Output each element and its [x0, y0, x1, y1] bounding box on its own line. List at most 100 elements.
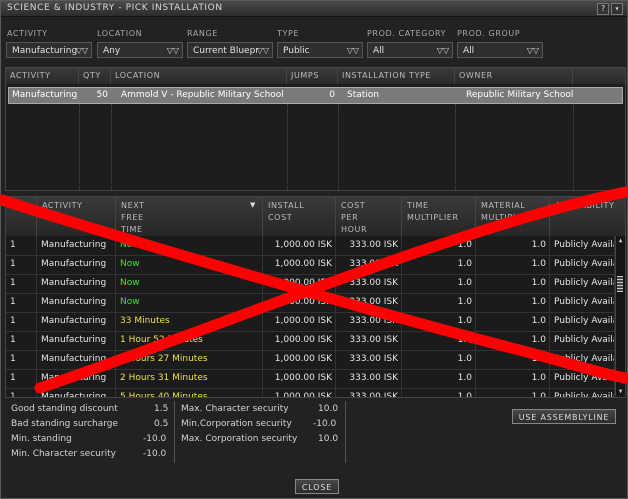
table-row[interactable]: 1 Manufacturing Now 1,000.00 ISK 333.00 ISK 1… — [6, 236, 615, 256]
filter-label-prod-group: PROD. GROUP — [457, 29, 521, 38]
cell-time-multiplier: 1.0 — [402, 255, 476, 274]
stat-value: -10.0 — [143, 434, 167, 444]
column-header-material-multiplier[interactable]: MATERIAL MULTIPLIER — [476, 197, 550, 236]
activity-dropdown[interactable]: Manufacturing ▽▽ — [6, 42, 92, 58]
cell-cost-per-hour: 333.00 ISK — [336, 350, 402, 369]
column-header-installation-type[interactable]: INSTALLATION TYPE — [338, 68, 455, 84]
range-dropdown[interactable]: Current Bluepr ▽▽ — [187, 42, 273, 58]
column-header-install-cost[interactable]: INSTALL COST — [263, 197, 336, 236]
cell-time-multiplier: 1.0 — [402, 388, 476, 397]
cell-next-free-time: 2 Hours 31 Minutes — [116, 369, 263, 388]
dropdown-value: All — [373, 46, 385, 56]
cell-count: 1 — [6, 369, 37, 388]
chevron-down-icon: ▽▽ — [75, 46, 88, 55]
cell-activity: Manufacturing — [37, 369, 116, 388]
cell-cost-per-hour: 333.00 ISK — [336, 388, 402, 397]
scrollbar[interactable]: ▲ ▼ — [615, 236, 625, 396]
chevron-down-icon: ▽▽ — [436, 46, 449, 55]
cell-next-free-time: Now — [116, 255, 263, 274]
table-row[interactable]: 1 Manufacturing 2 Hours 31 Minutes 1,000.00… — [6, 369, 615, 389]
column-header-jumps[interactable]: JUMPS — [287, 68, 338, 84]
scroll-down-icon[interactable]: ▼ — [616, 387, 625, 396]
cell-next-free-time: 5 Hours 40 Minutes — [116, 388, 263, 397]
table-row[interactable]: 1 Manufacturing 1 Hour 52 Minutes 1,000.00 … — [6, 331, 615, 351]
table-row[interactable]: 1 Manufacturing Now 1,000.00 ISK 333.00 ISK 1… — [6, 293, 615, 313]
window-title: SCIENCE & INDUSTRY - PICK INSTALLATION — [7, 3, 223, 13]
cell-activity: Manufacturing — [37, 274, 116, 293]
cell-material-multiplier: 1.0 — [476, 312, 550, 331]
cell-material-multiplier: 1.0 — [476, 293, 550, 312]
cell-material-multiplier: 1.0 — [476, 350, 550, 369]
column-header-count[interactable] — [6, 197, 37, 236]
table-row[interactable]: 1 Manufacturing 5 Hours 40 Minutes 1,000.00… — [6, 388, 615, 397]
filter-label-range: RANGE — [187, 29, 218, 38]
column-header-activity[interactable]: ACTIVITY — [37, 197, 116, 236]
column-header-activity[interactable]: ACTIVITY — [6, 68, 79, 84]
dropdown-value: Any — [103, 46, 121, 56]
prod-group-dropdown[interactable]: All ▽▽ — [457, 42, 543, 58]
filter-label-type: TYPE — [277, 29, 300, 38]
chevron-down-icon: ▽▽ — [256, 46, 269, 55]
prod-category-dropdown[interactable]: All ▽▽ — [367, 42, 453, 58]
cell-next-free-time: 33 Minutes — [116, 312, 263, 331]
cell-cost-per-hour: 333.00 ISK — [336, 274, 402, 293]
scrollbar-thumb[interactable] — [617, 276, 623, 292]
stat-label: Max. Corporation security — [181, 434, 298, 444]
window-menu-button[interactable]: ▾ — [611, 3, 623, 15]
cell-activity: Manufacturing — [37, 312, 116, 331]
column-header-owner[interactable]: OWNER — [455, 68, 573, 84]
column-header-availability[interactable]: AVAILABILITY — [550, 197, 625, 236]
dropdown-value: Current Bluepr — [193, 46, 259, 56]
cell-cost-per-hour: 333.00 ISK — [336, 293, 402, 312]
type-dropdown[interactable]: Public ▽▽ — [277, 42, 363, 58]
table-row[interactable]: Manufacturing 50 Ammold V - Republic Mil… — [8, 87, 623, 104]
cell-activity: Manufacturing — [37, 350, 116, 369]
column-header-location[interactable]: LOCATION — [111, 68, 287, 84]
cell-time-multiplier: 1.0 — [402, 350, 476, 369]
title-bar[interactable]: SCIENCE & INDUSTRY - PICK INSTALLATION ?… — [1, 1, 627, 17]
cell-activity: Manufacturing — [37, 331, 116, 350]
cell-next-free-time: Now — [116, 236, 263, 255]
column-divider — [287, 104, 288, 190]
cell-availability: Publicly Available — [550, 350, 615, 369]
column-header-cost-per-hour[interactable]: COST PER HOUR — [336, 197, 402, 236]
chevron-down-icon: ▽▽ — [526, 46, 539, 55]
cell-material-multiplier: 1.0 — [476, 369, 550, 388]
cell-next-free-time: Now — [116, 293, 263, 312]
cell-availability: Publicly Available — [550, 293, 615, 312]
pick-installation-window: SCIENCE & INDUSTRY - PICK INSTALLATION ?… — [0, 0, 628, 499]
cell-install-cost: 1,000.00 ISK — [263, 369, 336, 388]
cell-install-cost: 1,000.00 ISK — [263, 274, 336, 293]
stat-label: Bad standing surcharge — [11, 419, 119, 429]
column-header-qty[interactable]: QTY — [79, 68, 111, 84]
column-divider — [79, 104, 80, 190]
stat-label: Min.Corporation security — [181, 419, 292, 429]
filter-label-location: LOCATION — [97, 29, 143, 38]
cell-install-cost: 1,000.00 ISK — [263, 312, 336, 331]
stat-value: 10.0 — [318, 434, 339, 444]
scroll-up-icon[interactable]: ▲ — [616, 236, 625, 245]
table-row[interactable]: 1 Manufacturing 2 Hours 27 Minutes 1,000.00… — [6, 350, 615, 370]
cell-activity: Manufacturing — [37, 236, 116, 255]
cell-availability: Publicly Available — [550, 274, 615, 293]
cell-install-cost: 1,000.00 ISK — [263, 331, 336, 350]
divider — [345, 401, 346, 463]
location-dropdown[interactable]: Any ▽▽ — [97, 42, 183, 58]
table-row[interactable]: 1 Manufacturing 33 Minutes 1,000.00 ISK 333.… — [6, 312, 615, 332]
table-row[interactable]: 1 Manufacturing Now 1,000.00 ISK 333.00 ISK 1… — [6, 255, 615, 275]
table-row[interactable]: 1 Manufacturing Now 1,000.00 ISK 333.00 ISK 1… — [6, 274, 615, 294]
stat-value: 0.5 — [154, 419, 169, 429]
cell-material-multiplier: 1.0 — [476, 255, 550, 274]
cell-count: 1 — [6, 331, 37, 350]
close-button[interactable]: CLOSE — [295, 479, 339, 494]
help-button[interactable]: ? — [597, 3, 609, 15]
stat-value: -10.0 — [143, 449, 167, 459]
column-header-time-multiplier[interactable]: TIME MULTIPLIER — [402, 197, 476, 236]
cell-time-multiplier: 1.0 — [402, 293, 476, 312]
stat-value: 1.5 — [154, 404, 169, 414]
use-assemblyline-button[interactable]: USE ASSEMBLYLINE — [512, 409, 616, 424]
cell-activity: Manufacturing — [37, 293, 116, 312]
cell-cost-per-hour: 333.00 ISK — [336, 312, 402, 331]
column-header-next-free-time[interactable]: NEXT FREE TIME ▼ — [116, 197, 263, 236]
cell-cost-per-hour: 333.00 ISK — [336, 331, 402, 350]
